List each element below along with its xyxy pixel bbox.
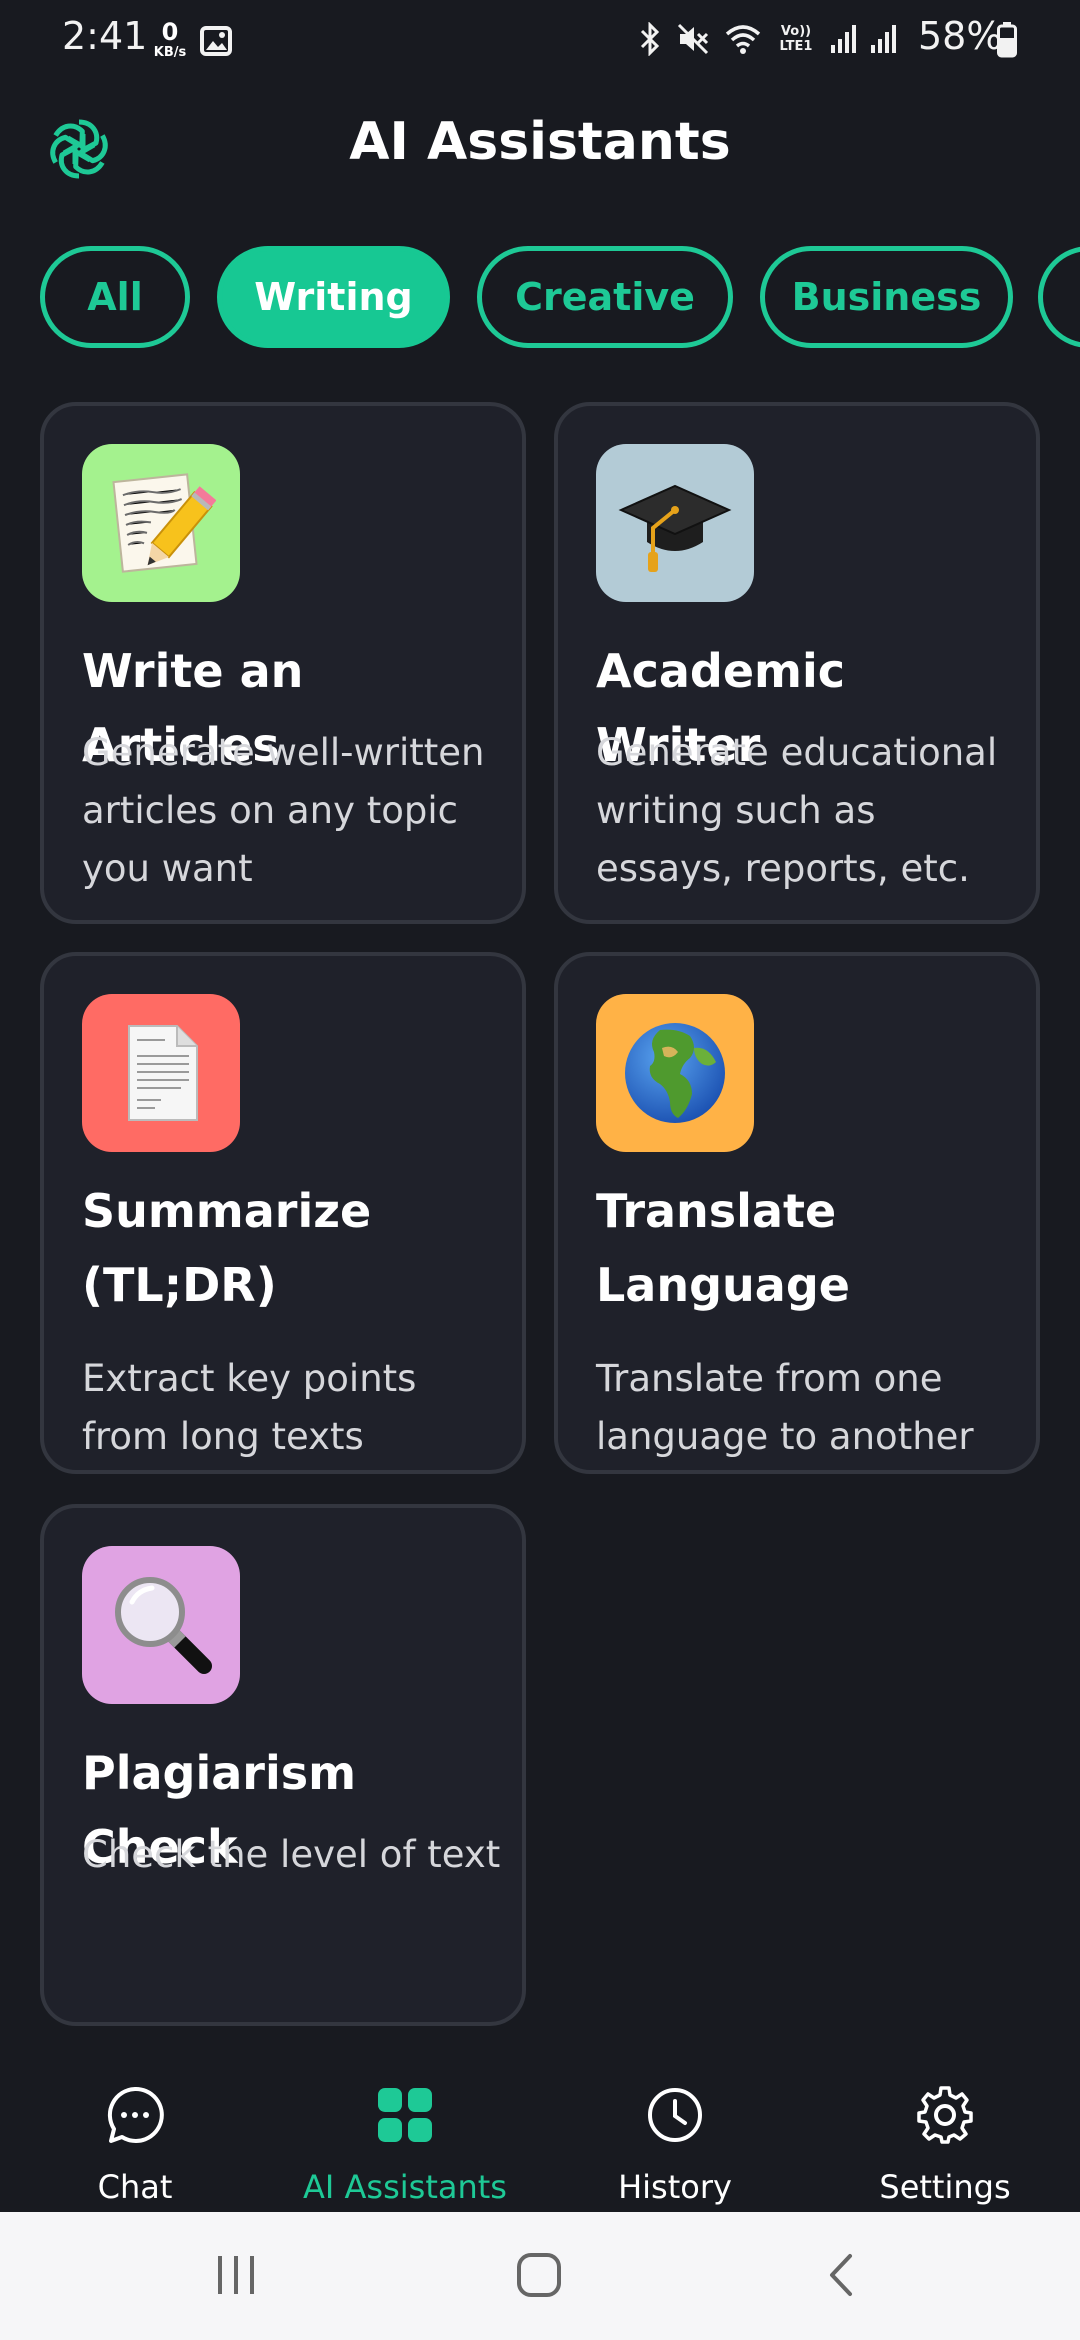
nav-label: Chat bbox=[97, 2168, 173, 2206]
battery-percent: 58% bbox=[918, 14, 1003, 58]
assistant-card-plagiarism[interactable]: Plagiarism Check Check the level of text bbox=[40, 1504, 526, 2026]
nav-label: History bbox=[618, 2168, 732, 2206]
chat-bubble-icon bbox=[107, 2086, 164, 2143]
gallery-icon bbox=[200, 26, 232, 56]
card-description: Generate well-written articles on any to… bbox=[82, 731, 485, 890]
assistant-card-academic-writer[interactable]: Academic Writer Generate educational wri… bbox=[554, 402, 1040, 924]
graduation-cap-emoji-icon bbox=[596, 444, 754, 602]
assistant-card-write-articles[interactable]: Write an Articles Generate well-written … bbox=[40, 402, 526, 924]
assistant-card-summarize[interactable]: Summarize (TL;DR) Extract key points fro… bbox=[40, 952, 526, 1474]
mute-icon bbox=[677, 23, 709, 55]
status-icons: Vo)) LTE1 bbox=[638, 22, 896, 56]
grid-icon bbox=[378, 2088, 432, 2142]
nav-item-chat[interactable]: Chat bbox=[0, 2078, 270, 2208]
recent-apps-icon[interactable] bbox=[216, 2252, 256, 2298]
globe-emoji-icon bbox=[596, 994, 754, 1152]
bluetooth-icon bbox=[640, 22, 660, 56]
nav-item-settings[interactable]: Settings bbox=[810, 2078, 1080, 2208]
screen: 2:41 0 KB/s Vo)) LTE1 58% AI Assistants … bbox=[0, 0, 1080, 2340]
status-bar: 2:41 0 KB/s Vo)) LTE1 58% bbox=[0, 0, 1080, 80]
card-title: Summarize (TL;DR) bbox=[82, 1184, 372, 1312]
nav-label: Settings bbox=[879, 2168, 1011, 2206]
card-description: Extract key points from long texts bbox=[82, 1357, 417, 1458]
document-emoji-icon bbox=[82, 994, 240, 1152]
chip-label: Business bbox=[791, 275, 982, 319]
gear-icon bbox=[917, 2086, 973, 2144]
signal-icon bbox=[871, 25, 896, 53]
filter-chip-writing[interactable]: Writing bbox=[217, 246, 450, 348]
card-title: Translate Language bbox=[596, 1184, 850, 1312]
nav-item-history[interactable]: History bbox=[540, 2078, 810, 2208]
network-speed: 0 KB/s bbox=[150, 20, 190, 59]
battery-icon bbox=[997, 22, 1017, 58]
filter-chip-all[interactable]: All bbox=[40, 246, 190, 348]
card-description: Check the level of text bbox=[82, 1833, 501, 1876]
status-time: 2:41 bbox=[62, 14, 148, 58]
back-icon[interactable] bbox=[826, 2252, 856, 2298]
card-description: Translate from one language to another bbox=[596, 1357, 974, 1458]
wifi-icon bbox=[725, 25, 761, 54]
bottom-nav: Chat AI Assistants History Settings bbox=[0, 2060, 1080, 2212]
chip-label: All bbox=[87, 275, 143, 319]
home-icon[interactable] bbox=[515, 2252, 563, 2298]
chip-label: Creative bbox=[515, 275, 695, 319]
signal-icon bbox=[831, 25, 856, 53]
network-speed-value: 0 bbox=[161, 18, 179, 46]
page-title: AI Assistants bbox=[349, 112, 731, 172]
assistant-card-translate[interactable]: Translate Language Translate from one la… bbox=[554, 952, 1040, 1474]
memo-emoji-icon bbox=[82, 444, 240, 602]
nav-label: AI Assistants bbox=[303, 2168, 507, 2206]
nav-item-ai-assistants[interactable]: AI Assistants bbox=[270, 2078, 540, 2208]
volte-icon: Vo)) LTE1 bbox=[779, 24, 813, 54]
filter-chip-creative[interactable]: Creative bbox=[477, 246, 733, 348]
clock-icon bbox=[648, 2088, 702, 2142]
filter-chip-business[interactable]: Business bbox=[760, 246, 1013, 348]
filter-chip-more[interactable] bbox=[1038, 246, 1080, 348]
magnifier-emoji-icon bbox=[82, 1546, 240, 1704]
network-speed-unit: KB/s bbox=[153, 45, 187, 60]
chip-label: Writing bbox=[254, 275, 413, 319]
system-nav-bar bbox=[0, 2212, 1080, 2340]
card-description: Generate educational writing such as ess… bbox=[596, 731, 998, 890]
